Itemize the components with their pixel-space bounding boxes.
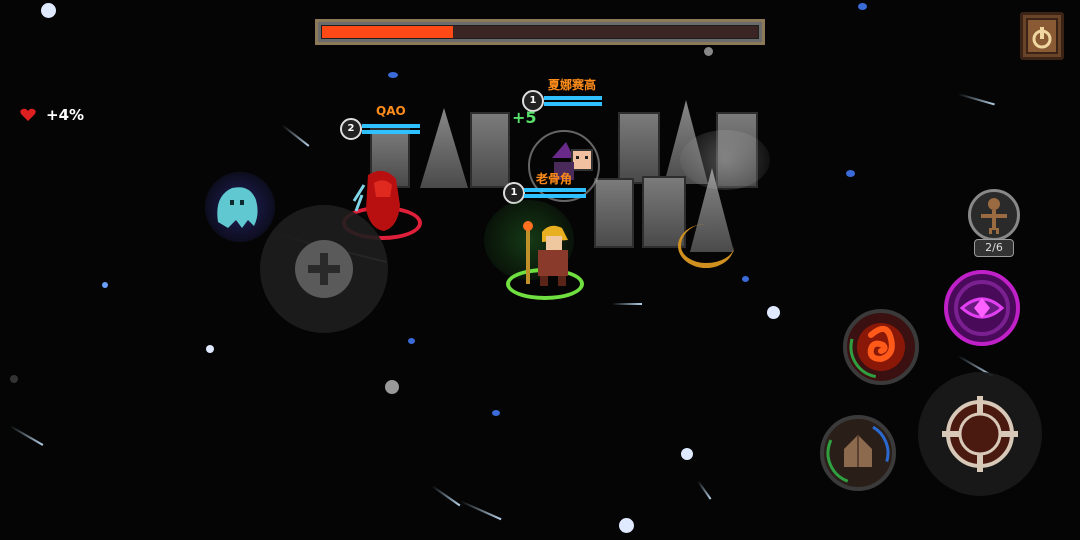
snow-particle xyxy=(742,276,749,282)
plus-icon xyxy=(308,253,340,285)
summon-button[interactable] xyxy=(968,189,1020,241)
movement-joystick[interactable] xyxy=(260,205,388,333)
snow-particle xyxy=(41,3,56,18)
heart-icon xyxy=(20,108,36,121)
player-health-bar xyxy=(544,96,602,106)
player-level-badge: 2 xyxy=(340,118,362,140)
snow-particle xyxy=(492,410,500,416)
pause-icon xyxy=(1026,18,1058,54)
snow-particle xyxy=(10,375,18,383)
hero-character xyxy=(523,221,568,286)
snow-particle xyxy=(681,448,693,460)
eye-icon xyxy=(954,280,1010,336)
player-name-tag: 老骨角 xyxy=(536,172,573,186)
boss-health-bar xyxy=(315,19,765,45)
summon-counter: 2/6 xyxy=(974,239,1014,257)
scarecrow-icon xyxy=(981,198,1007,234)
slash-effect xyxy=(678,224,734,268)
player-health-bar xyxy=(524,188,586,198)
snow-particle xyxy=(846,170,855,177)
dust-cloud xyxy=(680,130,770,190)
particle-streak xyxy=(431,485,461,507)
snow-particle xyxy=(408,338,415,344)
player-status: +4% xyxy=(20,106,90,126)
particle-streak xyxy=(957,93,995,106)
pause-button[interactable] xyxy=(1020,12,1064,60)
snow-particle xyxy=(858,3,867,10)
ghost-enemy xyxy=(217,187,258,228)
fire-swirl-icon xyxy=(849,315,913,379)
particle-streak xyxy=(697,480,712,500)
stone-pillar xyxy=(470,112,510,188)
attack-button[interactable] xyxy=(918,372,1042,496)
crosshair-icon xyxy=(942,396,1018,472)
purple-eye-skill-button[interactable] xyxy=(944,270,1020,346)
snow-particle xyxy=(767,306,780,319)
rock-shield-icon xyxy=(826,421,890,485)
fire-skill-button[interactable] xyxy=(843,309,919,385)
heal-popup: +5 xyxy=(512,108,537,127)
stone-spike xyxy=(420,108,468,188)
snow-particle xyxy=(102,282,108,288)
joystick-knob[interactable] xyxy=(295,240,353,298)
player-health-bar xyxy=(362,124,420,134)
snow-particle xyxy=(385,380,399,394)
status-text: +4% xyxy=(46,106,85,124)
particle-streak xyxy=(281,124,310,147)
snow-particle xyxy=(206,345,214,353)
snow-particle xyxy=(704,47,713,56)
particle-streak xyxy=(612,303,642,305)
snow-particle xyxy=(619,518,634,533)
player-name-tag: QAO xyxy=(376,104,406,118)
stone-pillar xyxy=(594,178,634,248)
rock-skill-button[interactable] xyxy=(820,415,896,491)
particle-streak xyxy=(459,500,502,521)
snow-particle xyxy=(388,72,398,78)
game-scene: +4% 2 QAO 夏娜赛高 1 +5 老骨角 1 2/6 xyxy=(0,0,1080,540)
stone-pillar xyxy=(618,112,660,184)
particle-streak xyxy=(9,425,44,446)
boss-health-fill xyxy=(322,26,453,38)
player-name-tag: 夏娜赛高 xyxy=(548,78,597,92)
